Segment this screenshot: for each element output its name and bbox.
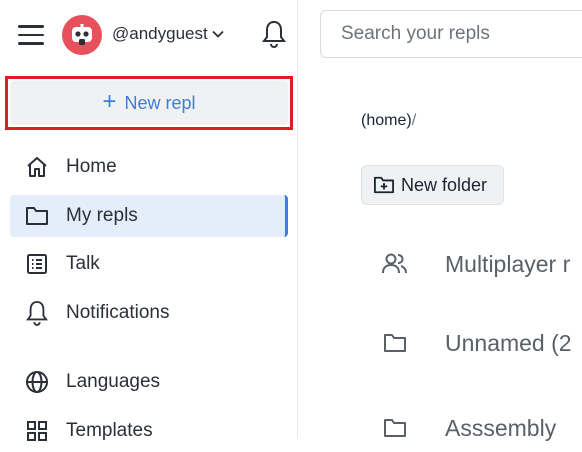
folder-icon [24,203,50,229]
hamburger-icon[interactable] [18,25,44,45]
folder-name: Asssembly [445,414,557,441]
globe-icon [24,369,50,395]
new-folder-label: New folder [401,174,488,195]
sidebar-item-languages[interactable]: Languages [10,361,288,403]
breadcrumb: (home)/ [361,112,416,130]
sidebar-item-label: Talk [66,253,100,274]
new-folder-button[interactable]: New folder [361,165,504,205]
sidebar-item-label: Home [66,156,117,177]
robot-avatar-icon [72,24,92,45]
bell-icon [24,300,50,326]
list-item[interactable]: Multiplayer r [380,244,582,284]
chevron-down-icon [212,30,224,38]
sidebar-header: @andyguest [0,0,298,72]
list-item[interactable]: Unnamed (2 [380,323,582,363]
notifications-bell-icon[interactable] [262,20,286,53]
folder-icon [380,417,410,439]
users-icon [380,252,410,276]
sidebar-item-label: Notifications [66,302,170,323]
list-icon [24,251,50,277]
new-repl-button[interactable]: + New repl [10,81,288,125]
avatar[interactable] [62,15,102,55]
sidebar-item-talk[interactable]: Talk [10,243,288,285]
list-item[interactable]: Asssembly [380,408,582,448]
folder-icon [380,332,410,354]
add-folder-icon [373,176,394,194]
sidebar: @andyguest + New repl Home My repls Talk… [0,0,298,441]
new-repl-label: New repl [124,92,196,113]
repl-name: Multiplayer r [445,250,571,277]
username-label: @andyguest [112,24,208,43]
plus-icon: + [102,88,117,115]
search-placeholder: Search your repls [341,23,490,44]
grid-icon [24,418,50,444]
breadcrumb-separator: / [411,112,417,129]
sidebar-item-home[interactable]: Home [10,146,288,188]
sidebar-item-label: Languages [66,371,161,392]
folder-name: Unnamed (2 [445,329,572,356]
sidebar-item-my-repls[interactable]: My repls [10,195,288,237]
sidebar-item-label: My repls [66,205,138,226]
home-icon [24,154,50,180]
sidebar-item-notifications[interactable]: Notifications [10,292,288,334]
search-input[interactable]: Search your repls [320,10,582,58]
user-menu[interactable]: @andyguest [112,24,224,44]
sidebar-item-templates[interactable]: Templates [10,410,288,452]
breadcrumb-home-link[interactable]: (home) [361,112,412,129]
